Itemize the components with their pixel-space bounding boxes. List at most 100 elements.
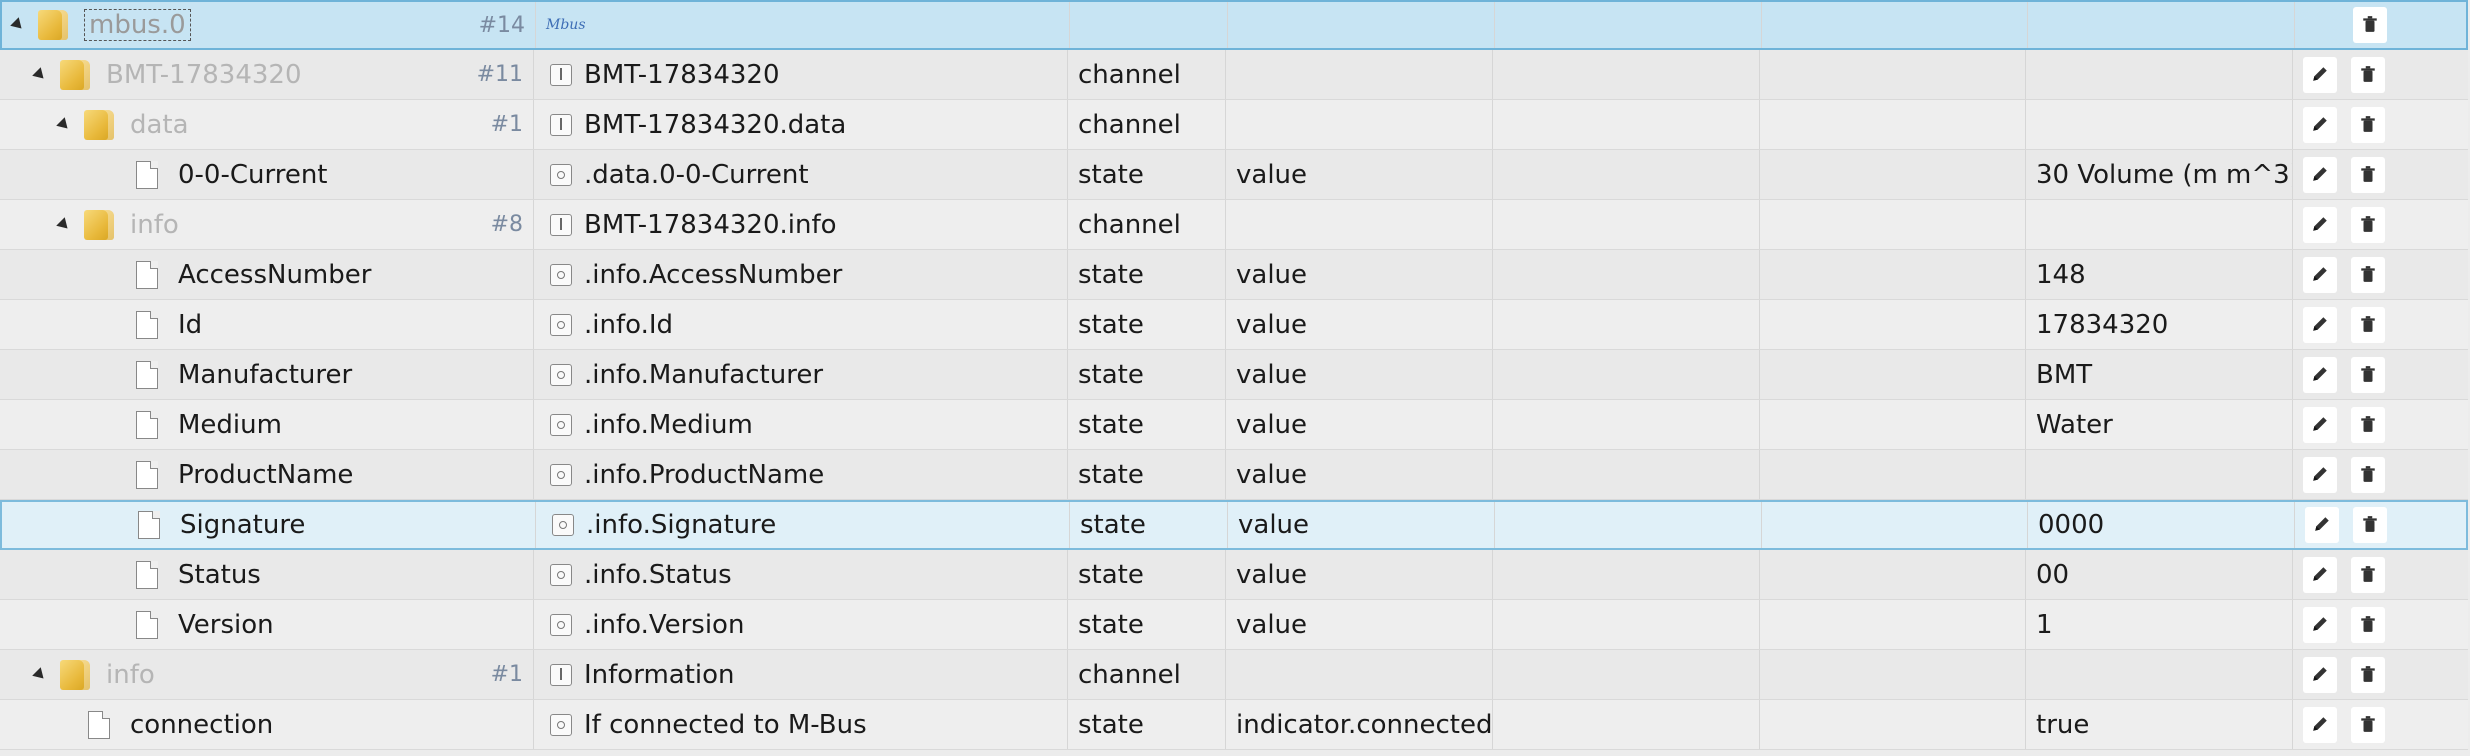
object-id-text: data	[130, 109, 189, 140]
function-cell	[1760, 200, 2026, 249]
trash-icon	[2359, 310, 2377, 340]
edit-button[interactable]	[2303, 406, 2337, 443]
edit-button[interactable]	[2303, 456, 2337, 493]
object-id-text: Id	[178, 309, 203, 340]
state-icon	[550, 463, 572, 486]
folder-icon	[38, 10, 68, 40]
tree-row[interactable]: Manufacturer .info.Manufacturer state value…	[0, 350, 2468, 400]
room-cell	[1493, 100, 1760, 149]
tree-row[interactable]: Signature .info.Signature state value 0000	[0, 500, 2468, 550]
edit-button[interactable]	[2303, 656, 2337, 693]
collapse-toggle-icon[interactable]	[32, 666, 48, 683]
edit-button[interactable]	[2303, 556, 2337, 593]
state-icon	[550, 713, 572, 736]
value-text: 0000	[2038, 510, 2105, 540]
type-text: state	[1078, 259, 1144, 290]
pencil-icon	[2311, 110, 2329, 140]
delete-button[interactable]	[2351, 356, 2385, 393]
edit-button[interactable]	[2305, 507, 2339, 543]
trash-icon	[2361, 510, 2379, 540]
role-cell	[1226, 50, 1493, 99]
edit-button[interactable]	[2303, 606, 2337, 643]
delete-button[interactable]	[2351, 206, 2385, 243]
delete-button[interactable]	[2351, 56, 2385, 93]
collapse-toggle-icon[interactable]	[10, 17, 26, 33]
edit-button[interactable]	[2303, 206, 2337, 243]
role-text: value	[1236, 309, 1308, 340]
role-cell	[1226, 200, 1493, 249]
edit-button[interactable]	[2303, 56, 2337, 93]
type-text: state	[1078, 309, 1144, 340]
edit-button[interactable]	[2303, 356, 2337, 393]
collapse-toggle-icon[interactable]	[56, 216, 72, 233]
type-text: state	[1078, 609, 1144, 640]
delete-button[interactable]	[2353, 507, 2387, 543]
state-icon	[550, 313, 572, 336]
folder-icon	[60, 59, 90, 90]
edit-button[interactable]	[2303, 106, 2337, 143]
object-name-cell: BMT-17834320	[534, 50, 1068, 99]
pencil-icon	[2311, 160, 2329, 190]
pencil-icon	[2311, 710, 2329, 740]
object-id-text: Signature	[180, 510, 306, 540]
room-cell	[1493, 50, 1760, 99]
tree-row[interactable]: connection If connected to M-Bus state indi…	[0, 700, 2468, 750]
delete-button[interactable]	[2351, 556, 2385, 593]
delete-button[interactable]	[2351, 406, 2385, 443]
role-text: value	[1236, 259, 1308, 290]
delete-button[interactable]	[2351, 256, 2385, 293]
delete-button[interactable]	[2351, 106, 2385, 143]
edit-button[interactable]	[2303, 256, 2337, 293]
tree-row[interactable]: Version .info.Version state value 1	[0, 600, 2468, 650]
delete-button[interactable]	[2351, 656, 2385, 693]
tree-row[interactable]: Status .info.Status state value 00	[0, 550, 2468, 600]
object-id-text: Manufacturer	[178, 359, 353, 390]
object-id-text: info	[106, 659, 155, 690]
object-name-text: .info.Manufacturer	[584, 359, 824, 390]
collapse-toggle-icon[interactable]	[32, 66, 48, 83]
pencil-icon	[2311, 660, 2329, 690]
child-count-badge: #14	[478, 12, 525, 38]
trash-icon	[2359, 660, 2377, 690]
object-name-cell: .info.AccessNumber	[534, 250, 1068, 299]
actions-cell	[2293, 450, 2468, 499]
role-cell: indicator.connected	[1226, 700, 1493, 749]
value-cell: 30 Volume (m m^3)	[2026, 150, 2293, 199]
delete-button[interactable]	[2351, 156, 2385, 193]
state-icon	[550, 263, 572, 286]
name-cell: Id	[0, 300, 534, 349]
delete-button[interactable]	[2351, 706, 2385, 743]
value-cell	[2026, 100, 2293, 149]
edit-button[interactable]	[2303, 706, 2337, 743]
tree-row[interactable]: Medium .info.Medium state value Water	[0, 400, 2468, 450]
tree-row[interactable]: ProductName .info.ProductName state value	[0, 450, 2468, 500]
tree-row[interactable]: info #8 BMT-17834320.info channel	[0, 200, 2468, 250]
type-text: channel	[1078, 209, 1181, 240]
actions-cell	[2295, 502, 2470, 548]
delete-button[interactable]	[2351, 456, 2385, 493]
edit-button[interactable]	[2303, 306, 2337, 343]
pencil-icon	[2311, 60, 2329, 90]
delete-button[interactable]	[2351, 606, 2385, 643]
name-cell: data #1	[0, 100, 534, 149]
delete-button[interactable]	[2353, 7, 2387, 43]
object-name-cell: .info.ProductName	[534, 450, 1068, 499]
delete-button[interactable]	[2351, 306, 2385, 343]
tree-row[interactable]: info #1 Information channel	[0, 650, 2468, 700]
object-name-cell: .info.Medium	[534, 400, 1068, 449]
type-cell: state	[1068, 450, 1226, 499]
collapse-toggle-icon[interactable]	[56, 116, 72, 133]
function-cell	[1760, 450, 2026, 499]
type-text: state	[1078, 359, 1144, 390]
tree-row[interactable]: data #1 BMT-17834320.data channel	[0, 100, 2468, 150]
tree-row[interactable]: 0-0-Current .data.0-0-Current state value 30…	[0, 150, 2468, 200]
type-cell: channel	[1068, 200, 1226, 249]
edit-button[interactable]	[2303, 156, 2337, 193]
tree-row[interactable]: BMT-17834320 #11 BMT-17834320 channel	[0, 50, 2468, 100]
tree-row[interactable]: AccessNumber .info.AccessNumber state value…	[0, 250, 2468, 300]
state-file-icon	[136, 410, 158, 439]
tree-row[interactable]: mbus.0 #14 Mbus	[0, 0, 2468, 50]
state-icon	[552, 514, 574, 536]
tree-row[interactable]: Id .info.Id state value 17834320	[0, 300, 2468, 350]
actions-cell	[2295, 2, 2470, 48]
